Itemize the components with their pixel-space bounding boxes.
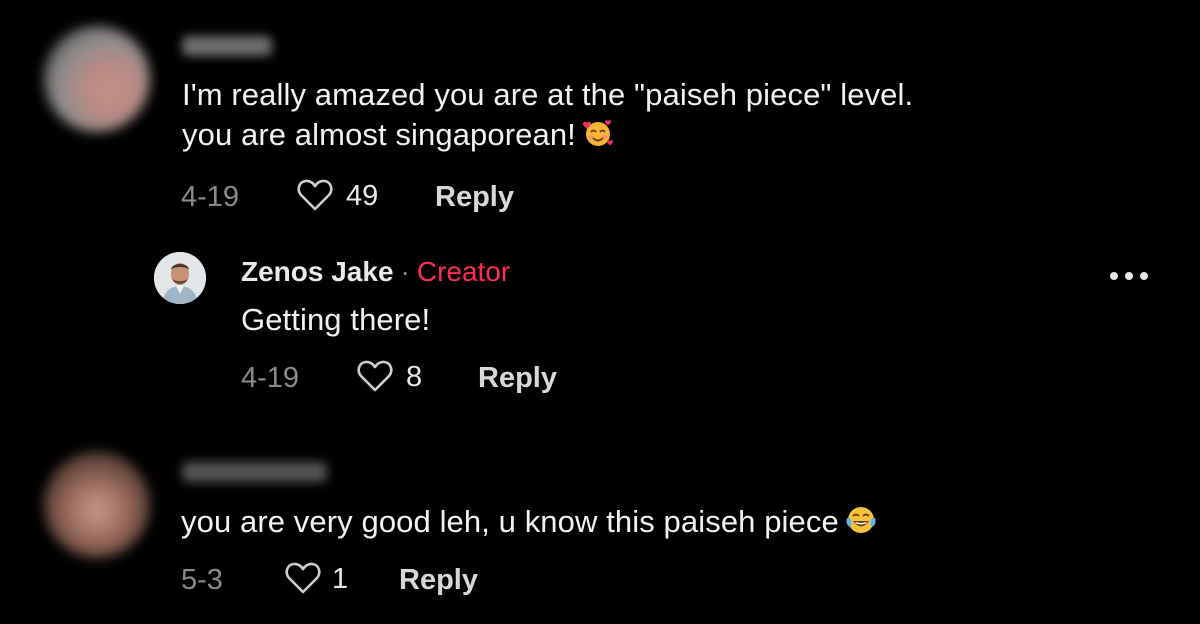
like-count: 1 — [332, 563, 349, 595]
reply-button[interactable]: Reply — [435, 181, 514, 214]
comment-date: 4-19 — [181, 181, 240, 213]
comment-text-content: you are very good leh, u know this paise… — [181, 504, 839, 539]
like-count: 49 — [346, 180, 379, 212]
reply-button[interactable]: Reply — [478, 362, 557, 395]
commenter-avatar[interactable] — [44, 452, 150, 558]
reply-button[interactable]: Reply — [399, 564, 478, 597]
smiling-face-with-hearts-icon — [582, 117, 614, 159]
creator-username[interactable]: Zenos Jake — [241, 256, 394, 288]
like-count: 8 — [406, 361, 423, 393]
comment-date: 5-3 — [181, 564, 223, 596]
separator-dot: · — [400, 256, 410, 287]
like-heart-icon[interactable] — [296, 178, 334, 212]
commenter-username-blurred[interactable] — [182, 36, 272, 56]
reply-text: Getting there! — [241, 302, 431, 337]
more-options-icon[interactable] — [1110, 272, 1148, 280]
creator-badge: Creator — [416, 256, 511, 287]
creator-header: Zenos Jake · Creator — [241, 256, 510, 288]
face-with-tears-of-joy-icon — [845, 504, 877, 546]
reply-date: 4-19 — [241, 362, 300, 394]
commenter-username-blurred[interactable] — [182, 462, 327, 482]
comment-text-line2: you are almost singaporean! — [182, 115, 913, 159]
commenter-avatar[interactable] — [44, 26, 150, 132]
comment-text: you are very good leh, u know this paise… — [181, 502, 877, 546]
comment-text-line1: I'm really amazed you are at the "paiseh… — [182, 77, 914, 112]
more-dot — [1125, 272, 1133, 280]
creator-avatar[interactable] — [154, 252, 206, 304]
comment-text: I'm really amazed you are at the "paiseh… — [182, 75, 913, 159]
comment-text-line2-content: you are almost singaporean! — [182, 117, 576, 152]
more-dot — [1110, 272, 1118, 280]
more-dot — [1140, 272, 1148, 280]
like-heart-icon[interactable] — [284, 561, 322, 595]
like-heart-icon[interactable] — [356, 359, 394, 393]
